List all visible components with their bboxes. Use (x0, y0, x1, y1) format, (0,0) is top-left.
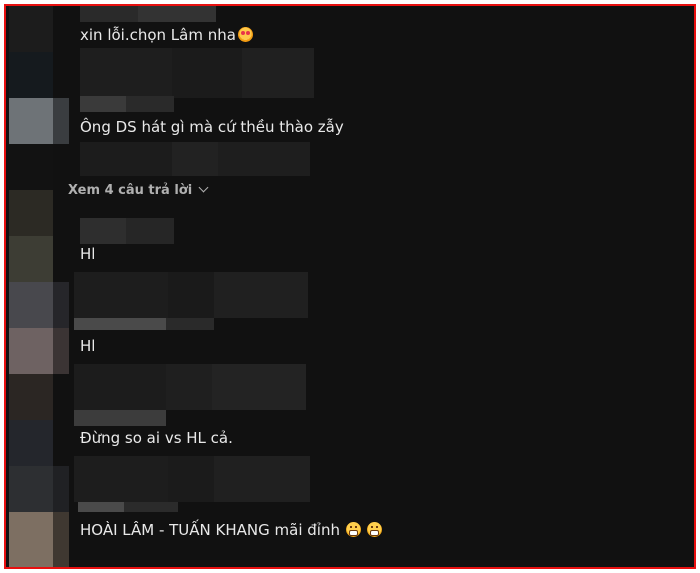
grinning-face-icon (345, 522, 361, 537)
avatar[interactable] (9, 512, 53, 567)
comment-text: HOÀI LÂM - TUẤN KHANG mãi đỉnh (80, 520, 382, 540)
comment-text: xin lỗi.chọn Lâm nha (80, 25, 253, 45)
comment-text: Hl (80, 245, 96, 263)
avatar[interactable] (9, 420, 53, 466)
avatar[interactable] (9, 236, 53, 282)
author-name[interactable] (80, 96, 174, 112)
comment-text: Đừng so ai vs HL cả. (80, 429, 233, 447)
author-name[interactable] (80, 218, 174, 244)
comment-actions (74, 456, 310, 502)
avatar[interactable] (9, 6, 53, 52)
grinning-face-icon (366, 522, 382, 537)
avatar-edge (53, 98, 69, 144)
comment-feed: xin lỗi.chọn Lâm nha Ông DS hát gì mà cứ… (4, 4, 696, 569)
view-replies-link[interactable]: Xem 4 câu trả lời (68, 182, 209, 200)
avatar[interactable] (9, 466, 53, 512)
author-name[interactable] (78, 502, 178, 512)
avatar[interactable] (9, 98, 53, 144)
smiling-face-with-hearts-icon (237, 27, 253, 42)
avatar[interactable] (9, 328, 53, 374)
author-name[interactable] (80, 6, 216, 22)
comment-actions (74, 272, 308, 318)
avatar[interactable] (9, 374, 53, 420)
chevron-down-icon (198, 182, 209, 193)
avatar[interactable] (9, 282, 53, 328)
avatar[interactable] (9, 144, 53, 190)
comment-text: Hl (80, 337, 96, 355)
avatar[interactable] (9, 190, 53, 236)
comment-actions (74, 364, 306, 410)
comment-text: Ông DS hát gì mà cứ thều thào zẫy (80, 118, 344, 136)
avatar[interactable] (9, 52, 53, 98)
avatar-edge (53, 512, 69, 567)
avatar-edge (53, 328, 69, 374)
comment-actions (80, 48, 314, 98)
author-name[interactable] (74, 318, 214, 330)
comment-actions (80, 142, 310, 176)
avatar-edge (53, 466, 69, 512)
author-name[interactable] (74, 410, 166, 426)
avatar-edge (53, 282, 69, 328)
